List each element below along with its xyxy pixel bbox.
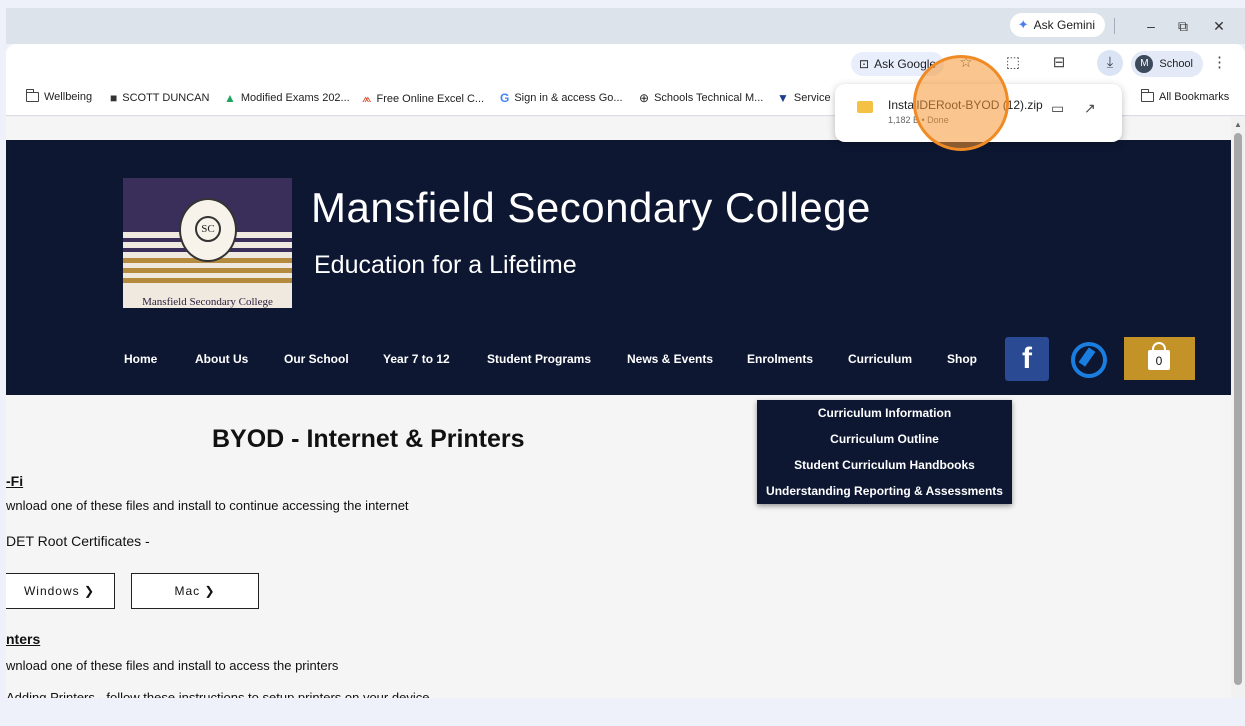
more-menu-icon[interactable]: ⋮ — [1212, 53, 1227, 71]
close-window-button[interactable]: ✕ — [1205, 15, 1233, 37]
printers-heading: nters — [6, 631, 41, 647]
main-nav: Home About Us Our School Year 7 to 12 St… — [6, 352, 1006, 370]
windows-button[interactable]: Windows ❯ — [6, 573, 115, 609]
extensions-icon[interactable]: ⬚ — [1003, 53, 1023, 73]
cube-icon: ■ — [110, 91, 118, 105]
bookmark-label: Service — [793, 92, 831, 104]
compass-icon[interactable] — [1071, 342, 1107, 378]
ask-gemini-button[interactable]: ✦ Ask Gemini — [1009, 13, 1105, 37]
bookmark-label: All Bookmarks — [1159, 91, 1230, 103]
bookmark-free-online-excel[interactable]: ⩕ Free Online Excel C... — [362, 91, 484, 106]
site-title: Mansfield Secondary College — [311, 184, 871, 231]
logo-seal: SC — [179, 198, 237, 262]
bookmark-schools-technical[interactable]: ⊕ Schools Technical M... — [639, 91, 763, 105]
folder-icon — [1140, 89, 1154, 102]
site-tagline: Education for a Lifetime — [314, 251, 577, 279]
bookmark-sign-in[interactable]: G Sign in & access Go... — [500, 91, 623, 105]
show-in-folder-icon[interactable]: ▭ — [1051, 100, 1064, 117]
cart-count: 0 — [1155, 354, 1163, 368]
adding-printers-text: Adding Printers - follow these instructi… — [6, 690, 430, 698]
nav-home[interactable]: Home — [124, 352, 157, 366]
nav-about-us[interactable]: About Us — [195, 352, 248, 366]
browser-titlebar: ✦ Ask Gemini – ⧉ ✕ — [6, 8, 1245, 44]
excel-icon: ⩕ — [362, 91, 372, 105]
menu-understanding-reporting[interactable]: Understanding Reporting & Assessments — [757, 478, 1012, 504]
bookmark-wellbeing[interactable]: Wellbeing — [25, 89, 93, 103]
wifi-heading: -Fi — [6, 473, 24, 489]
folder-icon — [25, 89, 39, 102]
logo-stripe — [123, 268, 292, 273]
zip-file-icon — [857, 101, 873, 113]
facebook-icon[interactable]: f — [1005, 337, 1049, 381]
menu-curriculum-outline[interactable]: Curriculum Outline — [757, 426, 1012, 452]
mac-button[interactable]: Mac ❯ — [131, 573, 259, 609]
lens-icon: ⊡ — [859, 57, 870, 71]
site-header: SC Mansfield Secondary College Mansfield… — [6, 140, 1231, 395]
page-title: BYOD - Internet & Printers — [212, 425, 525, 453]
browser-toolbar: ⊡ Ask Google ☆ ⬚ ⊟ ⤓ M School ⋮ — [6, 44, 1245, 82]
download-icon[interactable]: ⤓ — [1097, 50, 1123, 76]
bookmark-label: Modified Exams 202... — [240, 92, 350, 104]
menu-curriculum-information[interactable]: Curriculum Information — [757, 400, 1012, 426]
page-viewport: SC Mansfield Secondary College Mansfield… — [6, 117, 1231, 698]
school-logo[interactable]: SC Mansfield Secondary College — [123, 178, 292, 308]
cart-button[interactable]: 0 — [1124, 337, 1195, 380]
bookmark-label: Sign in & access Go... — [514, 92, 623, 104]
logo-stripe — [123, 278, 292, 283]
wifi-instructions: wnload one of these files and install to… — [6, 498, 409, 513]
globe-icon: ⊕ — [639, 91, 650, 105]
bookmark-modified-exams[interactable]: ▲ Modified Exams 202... — [224, 91, 350, 105]
scroll-up-arrow-icon[interactable]: ▲ — [1234, 120, 1242, 129]
logo-seal-text: SC — [195, 216, 221, 242]
ask-gemini-label: Ask Gemini — [1033, 18, 1095, 32]
bookmark-label: Wellbeing — [44, 91, 93, 103]
printers-instructions: wnload one of these files and install to… — [6, 658, 339, 673]
open-external-icon[interactable]: ↗ — [1084, 100, 1096, 117]
profile-button[interactable]: M School — [1131, 51, 1203, 77]
nav-student-programs[interactable]: Student Programs — [487, 352, 591, 366]
bookmark-label: SCOTT DUNCAN — [122, 92, 210, 104]
nav-news-events[interactable]: News & Events — [627, 352, 713, 366]
logo-caption: Mansfield Secondary College — [142, 296, 273, 308]
bookmark-label: Schools Technical M... — [654, 92, 764, 104]
google-icon: G — [500, 91, 510, 105]
page-scrollbar[interactable]: ▲ — [1231, 117, 1245, 698]
nav-curriculum[interactable]: Curriculum — [848, 352, 912, 366]
titlebar-divider — [1114, 18, 1115, 34]
bookmark-scott-duncan[interactable]: ■ SCOTT DUNCAN — [110, 91, 209, 105]
minimize-button[interactable]: – — [1137, 15, 1165, 37]
bookmark-all-bookmarks[interactable]: All Bookmarks — [1140, 89, 1230, 103]
certificates-heading: DET Root Certificates - — [6, 533, 150, 549]
nav-our-school[interactable]: Our School — [284, 352, 349, 366]
bookmark-label: Free Online Excel C... — [376, 92, 485, 105]
gemini-sparkle-icon: ✦ — [1017, 17, 1029, 32]
vic-icon: ▼ — [777, 91, 789, 105]
tab-search-icon[interactable]: ⊟ — [1049, 53, 1069, 73]
nav-year-7-to-12[interactable]: Year 7 to 12 — [383, 352, 450, 366]
curriculum-dropdown: Curriculum Information Curriculum Outlin… — [757, 400, 1012, 504]
bookmark-service[interactable]: ▼ Service — [777, 91, 831, 105]
nav-shop[interactable]: Shop — [947, 352, 977, 366]
drive-icon: ▲ — [224, 91, 236, 105]
scroll-thumb[interactable] — [1234, 133, 1242, 685]
restore-button[interactable]: ⧉ — [1169, 15, 1197, 37]
nav-enrolments[interactable]: Enrolments — [747, 352, 813, 366]
profile-name: School — [1159, 58, 1193, 70]
avatar: M — [1135, 55, 1154, 73]
click-highlight — [913, 55, 1009, 151]
menu-student-curriculum-handbooks[interactable]: Student Curriculum Handbooks — [757, 452, 1012, 478]
